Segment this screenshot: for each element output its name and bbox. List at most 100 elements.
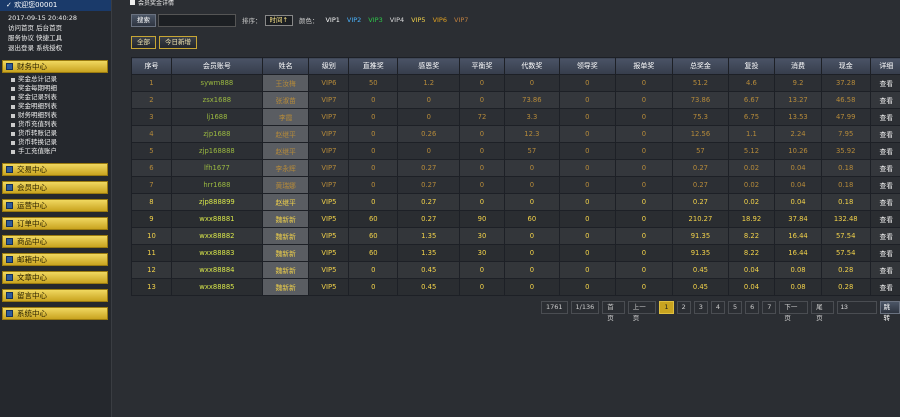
table-cell: 0 (503, 176, 561, 194)
table-cell: 73.86 (503, 91, 561, 109)
sidebar-subitem[interactable]: 奖金每期明细 (10, 84, 111, 93)
pager-page[interactable]: 4 (710, 301, 725, 314)
table-cell: 1.2 (397, 74, 461, 92)
section-finance[interactable]: 财务中心 (2, 60, 108, 73)
section-label: 邮箱中心 (17, 255, 47, 264)
view-detail-link[interactable]: 查看 (869, 91, 900, 109)
quick-links-2[interactable]: 服务协议 快捷工具 (8, 33, 103, 43)
vip-filter[interactable]: VIP3 (368, 16, 382, 24)
view-detail-link[interactable]: 查看 (869, 108, 900, 126)
table-cell: zsx1688 (170, 91, 263, 109)
sidebar-subitem[interactable]: 财务明细列表 (10, 111, 111, 120)
section-icon (6, 238, 13, 245)
column-header: 级别 (308, 57, 350, 75)
table-cell: 0.27 (397, 193, 461, 211)
view-detail-link[interactable]: 查看 (869, 159, 900, 177)
pager-page[interactable]: 7 (762, 301, 777, 314)
section-item[interactable]: 系统中心 (2, 307, 108, 320)
table-cell: VIP5 (308, 278, 350, 296)
view-detail-link[interactable]: 查看 (869, 142, 900, 160)
sidebar-subitem[interactable]: 奖金总计记录 (10, 75, 111, 84)
pager-next[interactable]: 下一页 (779, 301, 809, 322)
sidebar-subitem[interactable]: 货币充值列表 (10, 120, 111, 129)
pager-first[interactable]: 首页 (602, 301, 625, 322)
table-cell: 16.44 (774, 227, 822, 245)
table-cell: VIP7 (308, 125, 350, 143)
section-item[interactable]: 文章中心 (2, 271, 108, 284)
view-detail-link[interactable]: 查看 (869, 74, 900, 92)
vip-filter[interactable]: VIP4 (390, 16, 404, 24)
view-detail-link[interactable]: 查看 (869, 278, 900, 296)
table-cell: 10 (131, 227, 172, 245)
filter-all-button[interactable]: 全部 (131, 36, 156, 49)
sidebar-subitem-label: 货币充值列表 (18, 120, 57, 128)
filter-today-button[interactable]: 今日新增 (159, 36, 197, 49)
vip-filter[interactable]: VIP2 (347, 16, 361, 24)
table-cell: zjp168888 (170, 142, 263, 160)
sidebar-subitem[interactable]: 奖金明细列表 (10, 102, 111, 111)
pager-page[interactable]: 1 (659, 301, 674, 314)
bullet-icon (11, 141, 15, 145)
table-cell: 魏新新 (261, 244, 310, 262)
table-cell: 魏新新 (261, 261, 310, 279)
view-detail-link[interactable]: 查看 (869, 244, 900, 262)
table-cell: 1.1 (727, 125, 776, 143)
section-item[interactable]: 留言中心 (2, 289, 108, 302)
table-cell: lfh1677 (170, 159, 263, 177)
view-detail-link[interactable]: 查看 (869, 176, 900, 194)
sidebar-subitem[interactable]: 货币转账记录 (10, 129, 111, 138)
pager-jump-input[interactable] (836, 301, 877, 314)
pager-page[interactable]: 5 (727, 301, 743, 314)
pager-prev[interactable]: 上一页 (627, 301, 657, 322)
sort-toggle[interactable]: 时间↑ (264, 14, 293, 26)
section-icon (6, 310, 13, 317)
pager-page[interactable]: 2 (676, 301, 691, 314)
vip-filter[interactable]: VIP1 (325, 16, 339, 24)
pager-page[interactable]: 6 (745, 301, 760, 314)
table-cell: 0 (348, 261, 399, 279)
table-cell: VIP7 (308, 176, 350, 194)
vip-filter[interactable]: VIP5 (411, 16, 425, 24)
table-cell: wxx88884 (170, 261, 263, 279)
vip-filter[interactable]: VIP6 (433, 16, 447, 24)
table-cell: 赵继平 (261, 142, 310, 160)
quick-links-3[interactable]: 退出登录 系统授权 (8, 43, 103, 53)
table-cell: 0 (397, 142, 461, 160)
search-button[interactable]: 搜索 (131, 13, 156, 27)
section-label: 系统中心 (17, 309, 47, 318)
sidebar-subitem-label: 货币转换记录 (18, 138, 57, 146)
sidebar-subitem[interactable]: 手工充值账户 (10, 147, 111, 156)
table-row: 4 zjp1688 赵继平 VIP7 0 0.26 0 12.3 0 0 12.56 1.1 2.24 7… (131, 125, 900, 143)
section-item[interactable]: 订单中心 (2, 217, 108, 230)
table-cell: 8 (131, 193, 172, 211)
table-header: 序号 会员账号 姓名 级别 直推奖 感恩奖 平衡奖 代数奖 领导奖 报单奖 总奖金 复投 消费 现金 详细 (131, 57, 900, 75)
section-item[interactable]: 会员中心 (2, 181, 108, 194)
table-cell: 7 (131, 176, 172, 194)
search-input[interactable] (158, 13, 236, 27)
view-detail-link[interactable]: 查看 (869, 227, 900, 245)
quick-links-1[interactable]: 访问首页 后台首页 (8, 23, 103, 33)
pager-last[interactable]: 尾页 (811, 301, 834, 322)
table-cell: 12.3 (503, 125, 561, 143)
pager-go-button[interactable]: 跳转 (879, 301, 900, 322)
sidebar-subitem[interactable]: 货币转换记录 (10, 138, 111, 147)
section-item[interactable]: 商品中心 (2, 235, 108, 248)
column-header: 详细 (869, 57, 900, 75)
table-cell: 0 (559, 193, 616, 211)
section-icon (6, 220, 13, 227)
view-detail-link[interactable]: 查看 (869, 261, 900, 279)
table-cell: 0 (503, 261, 561, 279)
section-item[interactable]: 邮箱中心 (2, 253, 108, 266)
vip-filter[interactable]: VIP7 (454, 16, 468, 24)
bullet-icon (11, 123, 15, 127)
view-detail-link[interactable]: 查看 (869, 210, 900, 228)
table-cell: 0.45 (672, 278, 729, 296)
table-cell: 57.54 (820, 227, 871, 245)
view-detail-link[interactable]: 查看 (869, 125, 900, 143)
view-detail-link[interactable]: 查看 (869, 193, 900, 211)
section-item[interactable]: 运营中心 (2, 199, 108, 212)
pager-page[interactable]: 3 (693, 301, 708, 314)
table-cell: 0 (614, 142, 674, 160)
sidebar-subitem[interactable]: 奖金记录列表 (10, 93, 111, 102)
section-item[interactable]: 交易中心 (2, 163, 108, 176)
